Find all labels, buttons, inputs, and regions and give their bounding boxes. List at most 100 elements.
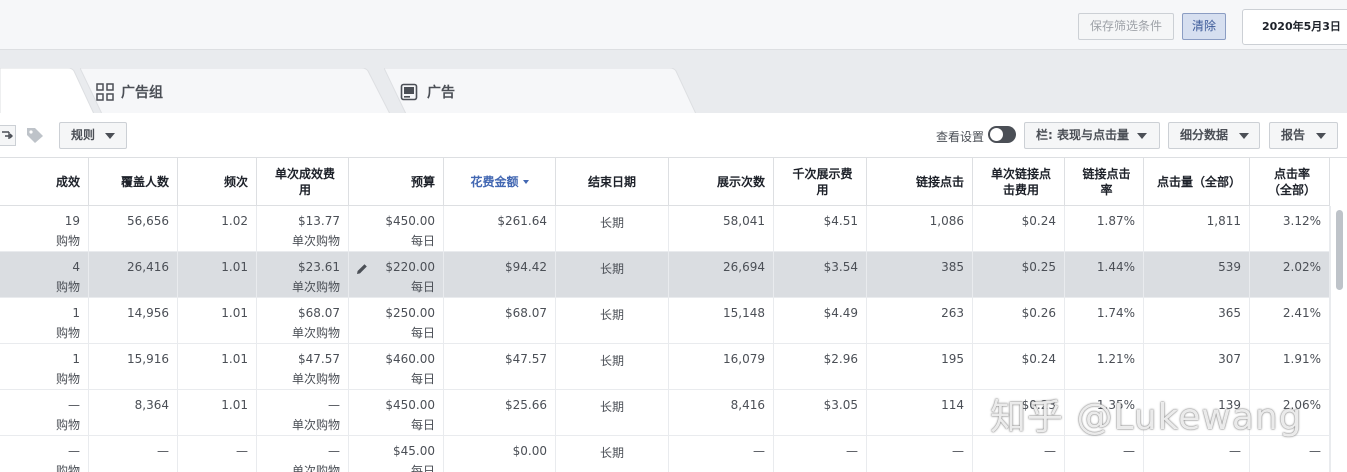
cell-budget[interactable]: $450.00 每日 bbox=[349, 206, 444, 252]
cell-reach: — bbox=[89, 436, 178, 472]
column-header-end-date[interactable]: 结束日期 bbox=[556, 158, 669, 206]
cell-value: $13.77 bbox=[298, 214, 340, 228]
cell-frequency: 1.01 bbox=[178, 298, 257, 344]
cell-budget[interactable]: $250.00 每日 bbox=[349, 298, 444, 344]
tag-icon[interactable] bbox=[25, 126, 45, 148]
breakdown-dropdown[interactable]: 细分数据 bbox=[1168, 122, 1260, 149]
cell-value: $4.51 bbox=[823, 214, 858, 228]
cell-value: $250.00 bbox=[385, 306, 435, 320]
column-header-reach[interactable]: 覆盖人数 bbox=[89, 158, 178, 206]
table-row[interactable]: 19 购物 56,656 1.02 $13.77 单次购物 $450.00 每日 $261.64… bbox=[0, 206, 1330, 252]
cell-value: $3.54 bbox=[823, 260, 858, 274]
table-row[interactable]: 1 购物 14,956 1.01 $68.07 单次购物 $250.00 每日 $68.07 长期… bbox=[0, 298, 1330, 344]
column-header-link-clicks[interactable]: 链接点击 bbox=[867, 158, 973, 206]
cell-cost-per-result: — 单次购物 bbox=[257, 436, 349, 472]
cell-ctr-link: 1.74% bbox=[1065, 298, 1144, 344]
cell-subvalue: 购物 bbox=[55, 464, 80, 472]
cell-frequency: 1.02 bbox=[178, 206, 257, 252]
cell-subvalue: 购物 bbox=[55, 234, 80, 248]
table-row[interactable]: — 购物 — — — 单次购物 $45.00 每日 $0.00 长期 — — — — — — — bbox=[0, 436, 1330, 472]
save-filter-button[interactable]: 保存筛选条件 bbox=[1078, 13, 1174, 40]
column-header-label: 频次 bbox=[223, 174, 248, 189]
column-header-amount-spent[interactable]: 花费金额 bbox=[444, 158, 556, 206]
column-header-cost-per-result[interactable]: 单次成效费用 bbox=[257, 158, 349, 206]
view-settings-toggle[interactable] bbox=[988, 126, 1016, 143]
column-header-label: 预算 bbox=[410, 174, 435, 189]
cell-value: $261.64 bbox=[497, 214, 547, 228]
column-header-ctr-link[interactable]: 链接点击率 bbox=[1065, 158, 1144, 206]
cell-amount-spent: $94.42 bbox=[444, 252, 556, 298]
rules-dropdown[interactable]: 规则 bbox=[59, 122, 127, 149]
column-header-results[interactable]: 成效 bbox=[0, 158, 89, 206]
cell-value: 539 bbox=[1218, 260, 1241, 274]
export-button[interactable] bbox=[0, 125, 16, 146]
cell-value: 1.01 bbox=[221, 306, 248, 320]
cell-budget[interactable]: $460.00 每日 bbox=[349, 344, 444, 390]
cell-cpc-link: $0.25 bbox=[973, 252, 1065, 298]
cell-value: 2.02% bbox=[1282, 260, 1321, 274]
cell-cpc-link: — bbox=[973, 436, 1065, 472]
cell-impressions: 15,148 bbox=[669, 298, 774, 344]
table-toolbar: 规则 查看设置 栏: 表现与点击量 细分数据 报告 bbox=[0, 113, 1347, 158]
cell-subvalue: 单次购物 bbox=[291, 464, 340, 472]
cell-value: — bbox=[1229, 444, 1241, 458]
column-header-label: 成效 bbox=[55, 174, 80, 189]
cell-cpm: $3.54 bbox=[774, 252, 867, 298]
cell-value: — bbox=[328, 444, 340, 458]
columns-dropdown[interactable]: 栏: 表现与点击量 bbox=[1024, 122, 1160, 149]
column-header-budget[interactable]: 预算 bbox=[349, 158, 444, 206]
date-range-picker[interactable]: 2020年5月3日 bbox=[1242, 9, 1347, 45]
cell-value: $0.24 bbox=[1021, 352, 1056, 366]
cell-value: — bbox=[1309, 444, 1321, 458]
cell-amount-spent: $0.00 bbox=[444, 436, 556, 472]
cell-value: $0.26 bbox=[1021, 306, 1056, 320]
cell-cpm: $4.51 bbox=[774, 206, 867, 252]
cell-link-clicks: 195 bbox=[867, 344, 973, 390]
cell-impressions: 58,041 bbox=[669, 206, 774, 252]
column-header-impressions[interactable]: 展示次数 bbox=[669, 158, 774, 206]
cell-value: 1.02 bbox=[221, 214, 248, 228]
column-header-frequency[interactable]: 频次 bbox=[178, 158, 257, 206]
sort-descending-icon bbox=[522, 179, 529, 184]
column-header-cpc-link[interactable]: 单次链接点击费用 bbox=[973, 158, 1065, 206]
cell-cpm: $4.49 bbox=[774, 298, 867, 344]
cell-amount-spent: $25.66 bbox=[444, 390, 556, 436]
cell-value: 1.01 bbox=[221, 398, 248, 412]
vertical-scrollbar[interactable] bbox=[1330, 206, 1347, 472]
cell-impressions: 26,694 bbox=[669, 252, 774, 298]
cell-value: $25.66 bbox=[505, 398, 547, 412]
cell-cpm: $2.96 bbox=[774, 344, 867, 390]
cell-value: — bbox=[236, 444, 248, 458]
cell-value: 8,416 bbox=[730, 398, 765, 412]
tab-ad-sets[interactable]: 广告组 bbox=[80, 68, 400, 114]
cell-end-date: 长期 bbox=[556, 436, 669, 472]
cell-clicks-all: 1,811 bbox=[1144, 206, 1250, 252]
cell-amount-spent: $68.07 bbox=[444, 298, 556, 344]
column-header-label: 千次展示费用 bbox=[792, 166, 853, 197]
column-header-ctr-all[interactable]: 点击率（全部） bbox=[1250, 158, 1330, 206]
column-header-label: 链接点击 bbox=[915, 174, 964, 189]
cell-value: 114 bbox=[941, 398, 964, 412]
cell-reach: 8,364 bbox=[89, 390, 178, 436]
clear-filter-button[interactable]: 清除 bbox=[1182, 13, 1226, 40]
tab-ads[interactable]: 广告 bbox=[384, 68, 704, 114]
cell-end-date: 长期 bbox=[556, 252, 669, 298]
cell-results: — 购物 bbox=[0, 436, 89, 472]
column-header-clicks-all[interactable]: 点击量（全部） bbox=[1144, 158, 1250, 206]
table-row[interactable]: 4 购物 26,416 1.01 $23.61 单次购物 $220.00 每日 $94.42 长期… bbox=[0, 252, 1330, 298]
cell-budget[interactable]: $450.00 每日 bbox=[349, 390, 444, 436]
cell-budget[interactable]: $45.00 每日 bbox=[349, 436, 444, 472]
cell-ctr-all: 1.91% bbox=[1250, 344, 1330, 390]
cell-value: 8,364 bbox=[134, 398, 169, 412]
edit-pencil-icon[interactable] bbox=[356, 260, 368, 279]
cell-value: 195 bbox=[941, 352, 964, 366]
scrollbar-thumb[interactable] bbox=[1336, 210, 1343, 290]
cell-frequency: 1.01 bbox=[178, 390, 257, 436]
column-header-cpm[interactable]: 千次展示费用 bbox=[774, 158, 867, 206]
reports-dropdown[interactable]: 报告 bbox=[1269, 122, 1338, 149]
cell-cpm: $3.05 bbox=[774, 390, 867, 436]
table-row[interactable]: 1 购物 15,916 1.01 $47.57 单次购物 $460.00 每日 $47.57 长期… bbox=[0, 344, 1330, 390]
cell-value: $450.00 bbox=[385, 214, 435, 228]
cell-subvalue: 购物 bbox=[55, 326, 80, 340]
cell-subvalue: 单次购物 bbox=[291, 418, 340, 432]
